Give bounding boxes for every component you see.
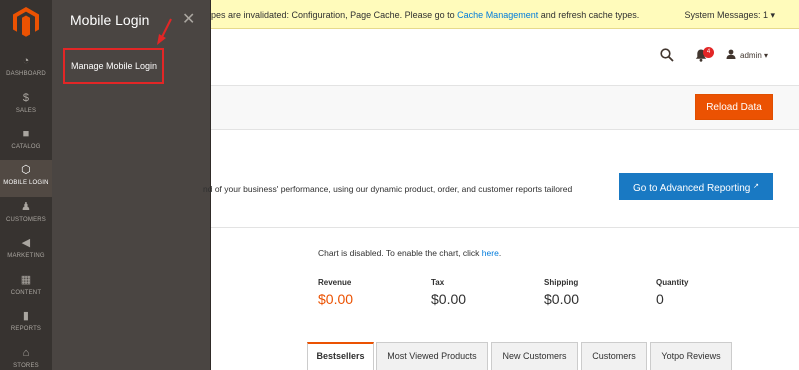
nav-item-label: CONTENT [10, 290, 42, 296]
nav-item-catalog[interactable]: ■ CATALOG [0, 124, 52, 161]
user-account-menu[interactable]: admin ▾ [726, 49, 768, 60]
system-message-text: pes are invalidated: Configuration, Page… [211, 10, 458, 20]
search-icon[interactable] [660, 48, 674, 62]
nav-item-dashboard[interactable]: ◔ DASHBOARD [0, 51, 52, 88]
manage-mobile-login-link[interactable]: Manage Mobile Login [63, 48, 164, 84]
section-divider [211, 227, 799, 228]
stat-label: Shipping [544, 278, 579, 287]
system-message-bar: pes are invalidated: Configuration, Page… [211, 0, 799, 29]
flyout-title: Mobile Login [70, 12, 150, 28]
nav-item-marketing[interactable]: ◀ MARKETING [0, 233, 52, 270]
store-icon: ⌂ [22, 347, 30, 359]
hexagon-icon: ⬡ [21, 164, 31, 176]
nav-item-label: CUSTOMERS [5, 217, 47, 223]
magento-logo-icon[interactable] [12, 6, 40, 38]
chart-notice-suffix: . [498, 248, 502, 258]
reload-data-button[interactable]: Reload Data [695, 94, 773, 120]
nav-item-label: REPORTS [10, 326, 42, 332]
external-link-icon: ↗ [753, 183, 759, 190]
stat-revenue: Revenue $0.00 [318, 278, 353, 307]
nav-item-content[interactable]: ▦ CONTENT [0, 270, 52, 307]
close-icon[interactable]: ✕ [182, 9, 195, 29]
speedometer-icon: ◔ [22, 55, 30, 67]
stat-value: $0.00 [544, 291, 580, 307]
stat-tax: Tax $0.00 [431, 278, 466, 307]
tab-new-customers[interactable]: New Customers [491, 342, 578, 370]
nav-item-mobile-login[interactable]: ⬡ MOBILE LOGIN [0, 160, 52, 197]
nav-item-sales[interactable]: $ SALES [0, 88, 52, 125]
admin-sidebar: ◔ DASHBOARD $ SALES ■ CATALOG ⬡ MOBILE L… [0, 0, 52, 370]
tab-most-viewed-products[interactable]: Most Viewed Products [376, 342, 488, 370]
annotation-arrow-icon [157, 18, 172, 45]
stat-value: $0.00 [431, 291, 467, 307]
tab-yotpo-reviews[interactable]: Yotpo Reviews [650, 342, 732, 370]
cache-management-link[interactable]: Cache Management [457, 10, 538, 20]
nav-item-label: SALES [15, 108, 37, 114]
nav-item-label: STORES [13, 363, 39, 369]
stat-quantity: Quantity 0 [656, 278, 688, 307]
stat-label: Tax [431, 278, 445, 287]
nav-item-reports[interactable]: ▮ REPORTS [0, 306, 52, 343]
tab-customers[interactable]: Customers [581, 342, 647, 370]
bar-chart-icon: ▮ [22, 310, 30, 322]
stat-label: Revenue [318, 278, 352, 287]
nav-item-customers[interactable]: ♟ CUSTOMERS [0, 197, 52, 234]
stat-value: 0 [656, 291, 664, 307]
dollar-icon: $ [22, 92, 30, 104]
megaphone-icon: ◀ [21, 237, 31, 249]
mobile-login-flyout: Mobile Login ✕ Manage Mobile Login [52, 0, 211, 370]
chart-notice-text: Chart is disabled. To enable the chart, … [318, 248, 482, 258]
nav-item-label: MARKETING [7, 253, 45, 259]
notification-count-badge: 4 [703, 47, 714, 58]
nav-item-label: CATALOG [11, 144, 41, 150]
stat-value: $0.00 [318, 291, 354, 307]
enable-chart-link[interactable]: here [482, 248, 499, 258]
person-icon: ♟ [20, 201, 32, 213]
chart-disabled-notice: Chart is disabled. To enable the chart, … [318, 248, 501, 258]
advanced-reporting-label: Go to Advanced Reporting [633, 183, 751, 194]
stat-label: Quantity [656, 278, 689, 287]
user-name: admin ▾ [740, 51, 769, 60]
tab-bestsellers[interactable]: Bestsellers [307, 342, 374, 370]
system-messages-toggle[interactable]: System Messages: 1 ▾ [684, 10, 775, 21]
nav-item-label: MOBILE LOGIN [3, 180, 49, 186]
layout-icon: ▦ [20, 274, 32, 286]
system-message: pes are invalidated: Configuration, Page… [211, 10, 639, 20]
system-message-suffix: and refresh cache types. [538, 10, 640, 20]
go-to-advanced-reporting-button[interactable]: Go to Advanced Reporting ↗ [619, 173, 773, 200]
user-icon [726, 49, 736, 59]
nav-item-stores[interactable]: ⌂ STORES [0, 343, 52, 370]
advanced-reporting-description: nd of your business' performance, using … [203, 184, 573, 194]
stat-shipping: Shipping $0.00 [544, 278, 579, 307]
box-icon: ■ [22, 128, 30, 140]
nav-item-label: DASHBOARD [6, 71, 46, 77]
